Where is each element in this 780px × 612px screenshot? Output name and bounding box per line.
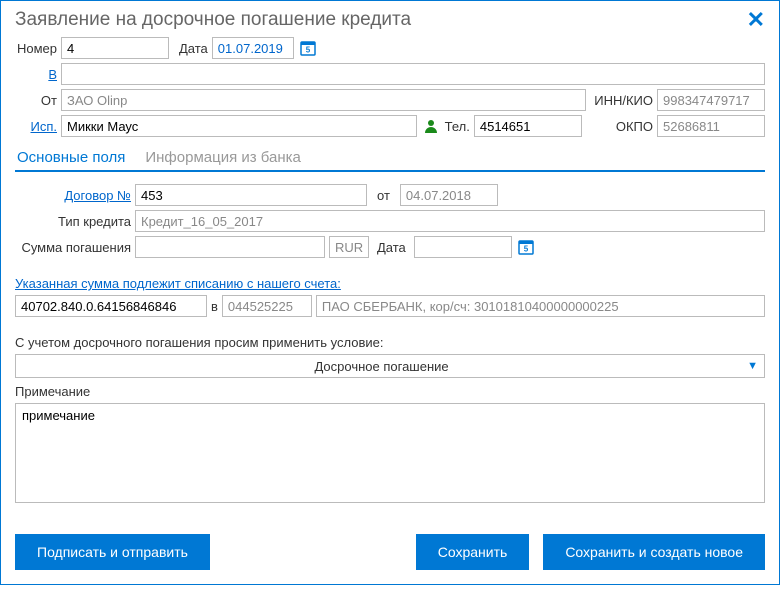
calendar-icon[interactable]: 5 — [516, 237, 536, 257]
bik-input — [222, 295, 312, 317]
row-account-link: Указанная сумма подлежит списанию с наше… — [15, 276, 765, 291]
repay-sum-input[interactable] — [135, 236, 325, 258]
row-from: От ИНН/КИО — [15, 89, 765, 111]
number-label: Номер — [15, 41, 57, 56]
bank-input — [316, 295, 765, 317]
repay-sum-label: Сумма погашения — [15, 240, 131, 255]
agreement-number-label[interactable]: Договор № — [15, 188, 131, 203]
calendar-icon[interactable]: 5 — [298, 38, 318, 58]
inn-input — [657, 89, 765, 111]
dialog-header: Заявление на досрочное погашение кредита… — [1, 1, 779, 33]
row-credit-type: Тип кредита — [15, 210, 765, 232]
account-link[interactable]: Указанная сумма подлежит списанию с наше… — [15, 276, 341, 291]
row-exec: Исп. Тел. ОКПО — [15, 115, 765, 137]
sign-send-button[interactable]: Подписать и отправить — [15, 534, 210, 570]
condition-select[interactable]: Досрочное погашение ▼ — [15, 354, 765, 378]
to-label[interactable]: В — [15, 67, 57, 82]
condition-label: С учетом досрочного погашения просим при… — [15, 335, 383, 350]
okpo-label: ОКПО — [616, 119, 653, 134]
tel-input[interactable] — [474, 115, 582, 137]
dialog-title: Заявление на досрочное погашение кредита — [15, 9, 411, 31]
condition-value: Досрочное погашение — [16, 359, 747, 374]
to-input[interactable] — [61, 63, 765, 85]
row-condition-label: С учетом досрочного погашения просим при… — [15, 335, 765, 350]
svg-text:5: 5 — [524, 245, 529, 254]
row-condition-select: Досрочное погашение ▼ — [15, 354, 765, 378]
inn-label: ИНН/КИО — [594, 93, 653, 108]
credit-type-input — [135, 210, 765, 232]
agreement-number-input[interactable] — [135, 184, 367, 206]
close-icon[interactable]: ✕ — [747, 9, 765, 31]
row-repay-sum: Сумма погашения Дата 5 — [15, 236, 765, 258]
date-label: Дата — [179, 41, 208, 56]
tab-bank-info[interactable]: Информация из банка — [143, 145, 303, 170]
account-input[interactable] — [15, 295, 207, 317]
svg-text:5: 5 — [306, 46, 311, 55]
tab-main-fields[interactable]: Основные поля — [15, 145, 127, 172]
chevron-down-icon: ▼ — [747, 360, 758, 372]
tabs: Основные поля Информация из банка — [15, 145, 765, 172]
exec-input[interactable] — [61, 115, 417, 137]
tel-label: Тел. — [445, 119, 470, 134]
agreement-from-input — [400, 184, 498, 206]
row-agreement: Договор № от — [15, 184, 765, 206]
agreement-from-label: от — [377, 188, 390, 203]
number-input[interactable] — [61, 37, 169, 59]
row-note-label: Примечание — [15, 384, 765, 399]
repay-date-input[interactable] — [414, 236, 512, 258]
row-to: В — [15, 63, 765, 85]
in-label: в — [211, 299, 218, 314]
exec-label[interactable]: Исп. — [15, 119, 57, 134]
okpo-input — [657, 115, 765, 137]
date-input[interactable] — [212, 37, 294, 59]
dialog: Заявление на досрочное погашение кредита… — [0, 0, 780, 585]
repay-date-label: Дата — [377, 240, 406, 255]
row-account: в — [15, 295, 765, 317]
save-new-button[interactable]: Сохранить и создать новое — [543, 534, 765, 570]
note-textarea[interactable] — [15, 403, 765, 503]
save-button[interactable]: Сохранить — [416, 534, 530, 570]
content-area: Номер Дата 5 В От ИНН/КИО Исп. Тел. — [1, 33, 779, 520]
from-input — [61, 89, 586, 111]
button-bar: Подписать и отправить Сохранить Сохранит… — [1, 520, 779, 584]
note-label: Примечание — [15, 384, 90, 399]
person-icon[interactable] — [421, 116, 441, 136]
currency-input — [329, 236, 369, 258]
credit-type-label: Тип кредита — [15, 214, 131, 229]
from-label: От — [15, 93, 57, 108]
row-number-date: Номер Дата 5 — [15, 37, 765, 59]
